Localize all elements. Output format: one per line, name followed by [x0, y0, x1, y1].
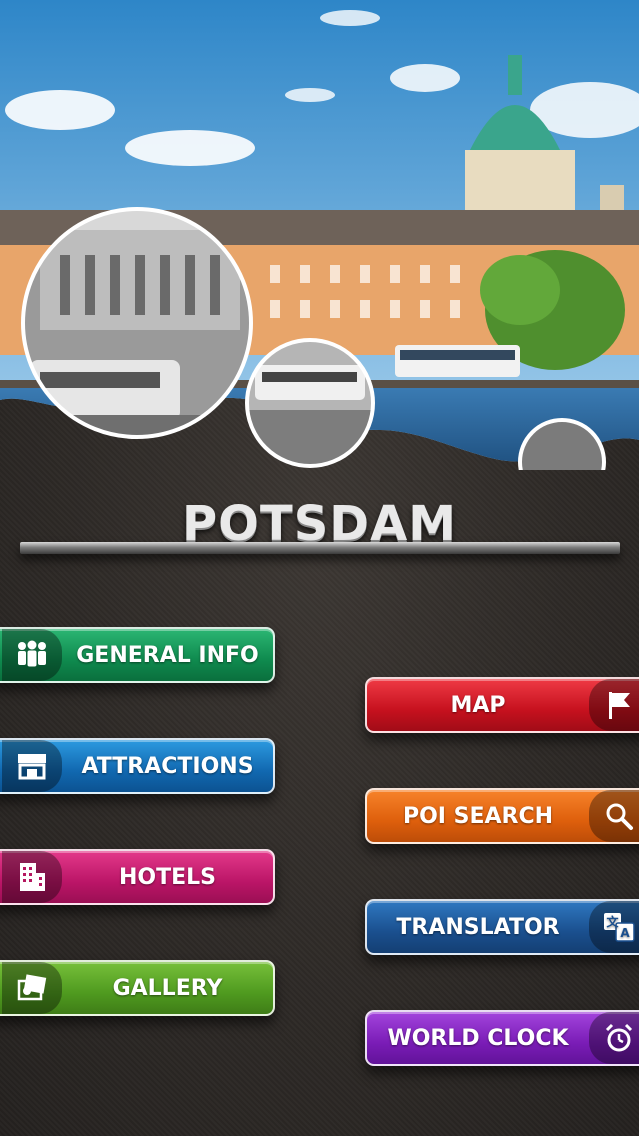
world-clock-button[interactable]: WORLD CLOCK	[365, 1010, 639, 1066]
hero-city-image	[0, 0, 639, 470]
photos-icon	[2, 962, 62, 1014]
translator-button[interactable]: TRANSLATOR 文 A	[365, 899, 639, 955]
translator-label: TRANSLATOR	[396, 914, 560, 940]
storefront-icon	[2, 740, 62, 792]
hotels-label: HOTELS	[118, 864, 216, 890]
building-icon	[2, 851, 62, 903]
svg-text:文: 文	[606, 914, 619, 929]
title-area: POTSDAM	[0, 490, 639, 570]
poi-search-label: POI SEARCH	[402, 803, 554, 829]
flag-icon	[589, 679, 639, 731]
general-info-label: GENERAL INFO	[76, 642, 259, 668]
gallery-label: GALLERY	[112, 975, 223, 1001]
world-clock-label: WORLD CLOCK	[387, 1025, 569, 1051]
gallery-button[interactable]: GALLERY	[0, 960, 275, 1016]
map-button[interactable]: MAP	[365, 677, 639, 733]
svg-text:A: A	[620, 926, 630, 940]
people-icon	[2, 629, 62, 681]
alarm-clock-icon	[589, 1012, 639, 1064]
attractions-button[interactable]: ATTRACTIONS	[0, 738, 275, 794]
general-info-button[interactable]: GENERAL INFO	[0, 627, 275, 683]
map-label: MAP	[450, 692, 506, 718]
attractions-label: ATTRACTIONS	[81, 753, 254, 779]
search-icon	[589, 790, 639, 842]
hotels-button[interactable]: HOTELS	[0, 849, 275, 905]
poi-search-button[interactable]: POI SEARCH	[365, 788, 639, 844]
title-shelf	[20, 542, 620, 554]
translate-icon: 文 A	[589, 901, 639, 953]
